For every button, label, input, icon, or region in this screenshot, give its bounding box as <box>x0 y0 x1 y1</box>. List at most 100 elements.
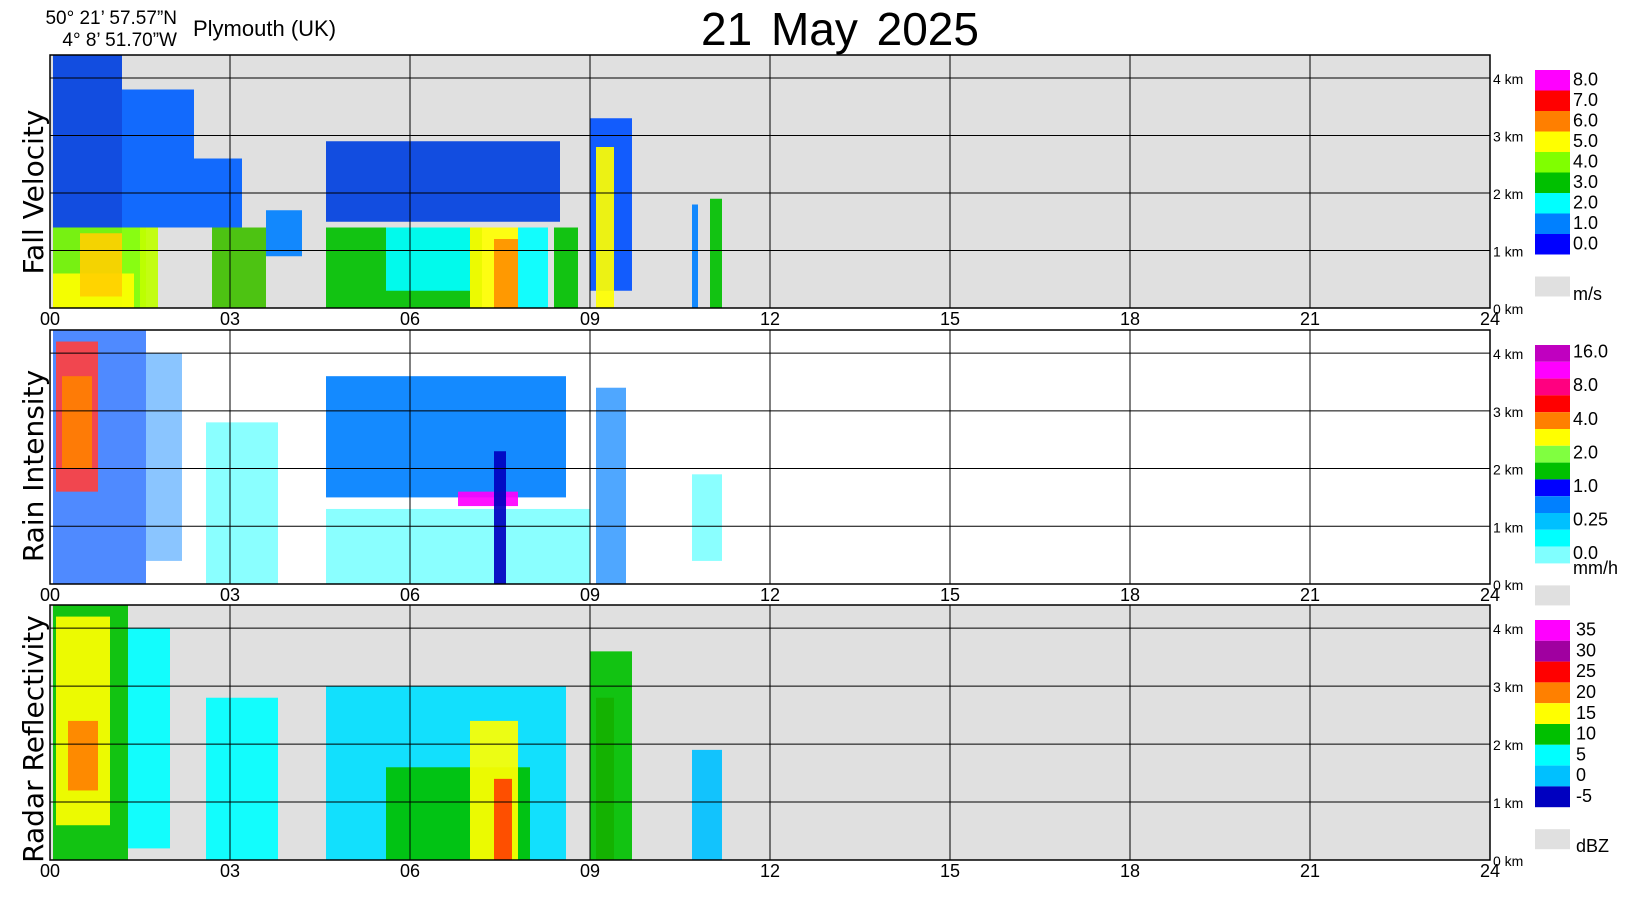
x-tick-label: 18 <box>1120 309 1140 329</box>
x-tick-label: 06 <box>400 861 420 881</box>
legend-no-data-swatch <box>1535 829 1570 850</box>
x-tick-label: 15 <box>940 861 960 881</box>
data-region <box>68 720 98 791</box>
legend-swatch <box>1535 786 1570 808</box>
y-tick-label: 3 km <box>1493 679 1523 695</box>
legend-swatch <box>1535 213 1570 234</box>
y-tick-label: 1 km <box>1493 519 1523 535</box>
legend-label: 0.0 <box>1573 233 1598 253</box>
y-tick-label: 2 km <box>1493 462 1523 478</box>
data-region <box>326 141 560 222</box>
x-tick-label: 21 <box>1300 585 1320 605</box>
legend-label: 2.0 <box>1573 442 1598 462</box>
legend-no-data-swatch <box>1535 276 1570 297</box>
legend-label: 4.0 <box>1573 409 1598 429</box>
panel-label-radar-reflectivity: Radar Reflectivity <box>17 615 50 863</box>
legend-no-data-swatch <box>1535 585 1570 606</box>
x-tick-label: 12 <box>760 861 780 881</box>
data-region <box>590 651 632 860</box>
legend-swatch <box>1535 661 1570 683</box>
x-tick-label: 12 <box>760 585 780 605</box>
legend-swatch <box>1535 193 1570 214</box>
x-tick-label: 18 <box>1120 861 1140 881</box>
x-tick-label: 06 <box>400 309 420 329</box>
panel-label-fall-velocity: Fall Velocity <box>17 109 50 275</box>
legend-label: 30 <box>1576 640 1596 660</box>
data-region <box>80 233 122 297</box>
data-region <box>554 227 578 308</box>
data-region <box>212 227 266 308</box>
legend-swatch <box>1535 703 1570 724</box>
legend-label: 35 <box>1576 620 1596 640</box>
legend-swatch <box>1535 765 1570 787</box>
y-tick-label: 3 km <box>1493 129 1523 145</box>
y-tick-label: 2 km <box>1493 186 1523 202</box>
data-region <box>692 204 698 308</box>
x-tick-label: 15 <box>940 585 960 605</box>
legend-label: 0 <box>1576 765 1586 785</box>
legend-swatch <box>1535 445 1570 463</box>
x-tick-label: 15 <box>940 309 960 329</box>
legend-swatch <box>1535 429 1570 446</box>
x-tick-label: 03 <box>220 309 240 329</box>
data-region <box>692 474 722 561</box>
x-tick-label: 21 <box>1300 861 1320 881</box>
y-tick-label: 0 km <box>1493 577 1523 593</box>
data-region <box>140 227 158 308</box>
radar-panels: 00 03 06 09 12 15 18 21 240 km1 km2 km3 km4 km 8.… <box>40 54 1608 881</box>
legend-label: 15 <box>1576 703 1596 723</box>
legend-label: 8.0 <box>1573 69 1598 89</box>
data-region <box>596 147 614 308</box>
panel-label-rain-intensity: Rain Intensity <box>17 369 50 563</box>
y-tick-label: 4 km <box>1493 621 1523 637</box>
y-tick-label: 2 km <box>1493 737 1523 753</box>
legend-swatch <box>1535 724 1570 745</box>
data-region <box>326 376 566 498</box>
legend-label: 0.25 <box>1573 510 1608 530</box>
legend-swatch <box>1535 744 1570 766</box>
data-region <box>122 89 194 228</box>
x-tick-label: 09 <box>580 585 600 605</box>
legend-swatch <box>1535 172 1570 193</box>
legend-swatch <box>1535 90 1570 111</box>
data-region <box>206 697 278 860</box>
data-region <box>518 227 548 308</box>
x-tick-label: 12 <box>760 309 780 329</box>
data-region <box>62 376 92 469</box>
legend-label: 1.0 <box>1573 213 1598 233</box>
y-tick-label: 4 km <box>1493 71 1523 87</box>
data-region <box>596 387 626 584</box>
legend-swatch <box>1535 361 1570 379</box>
legend-label: 4.0 <box>1573 151 1598 171</box>
legend-swatch <box>1535 131 1570 152</box>
legend-unit-radar-reflectivity: dBZ <box>1576 836 1610 856</box>
x-tick-label: 06 <box>400 585 420 605</box>
legend-label: 16.0 <box>1573 342 1608 362</box>
legend-swatch <box>1535 546 1570 564</box>
data-region <box>146 353 182 561</box>
data-region <box>494 778 512 860</box>
legend-swatch <box>1535 640 1570 662</box>
legend-label: 6.0 <box>1573 110 1598 130</box>
legend-swatch <box>1535 496 1570 513</box>
legend-unit-fall-velocity: m/s <box>1573 284 1602 304</box>
y-tick-label: 1 km <box>1493 795 1523 811</box>
legend-label: 25 <box>1576 661 1596 681</box>
legend-label: 5.0 <box>1573 131 1598 151</box>
data-region <box>494 451 506 584</box>
legend-label: -5 <box>1576 786 1592 806</box>
legend-swatch <box>1535 479 1570 497</box>
legend-label: 3.0 <box>1573 172 1598 192</box>
legend-label: 20 <box>1576 682 1596 702</box>
y-tick-label: 1 km <box>1493 244 1523 260</box>
data-region <box>206 422 278 584</box>
legend-swatch <box>1535 345 1570 362</box>
y-tick-label: 3 km <box>1493 404 1523 420</box>
legend-swatch <box>1535 462 1570 480</box>
legend-swatch <box>1535 70 1570 91</box>
x-tick-label: 03 <box>220 585 240 605</box>
x-tick-label: 09 <box>580 309 600 329</box>
legend-swatch <box>1535 234 1570 255</box>
x-tick-label: 09 <box>580 861 600 881</box>
x-tick-label: 18 <box>1120 585 1140 605</box>
